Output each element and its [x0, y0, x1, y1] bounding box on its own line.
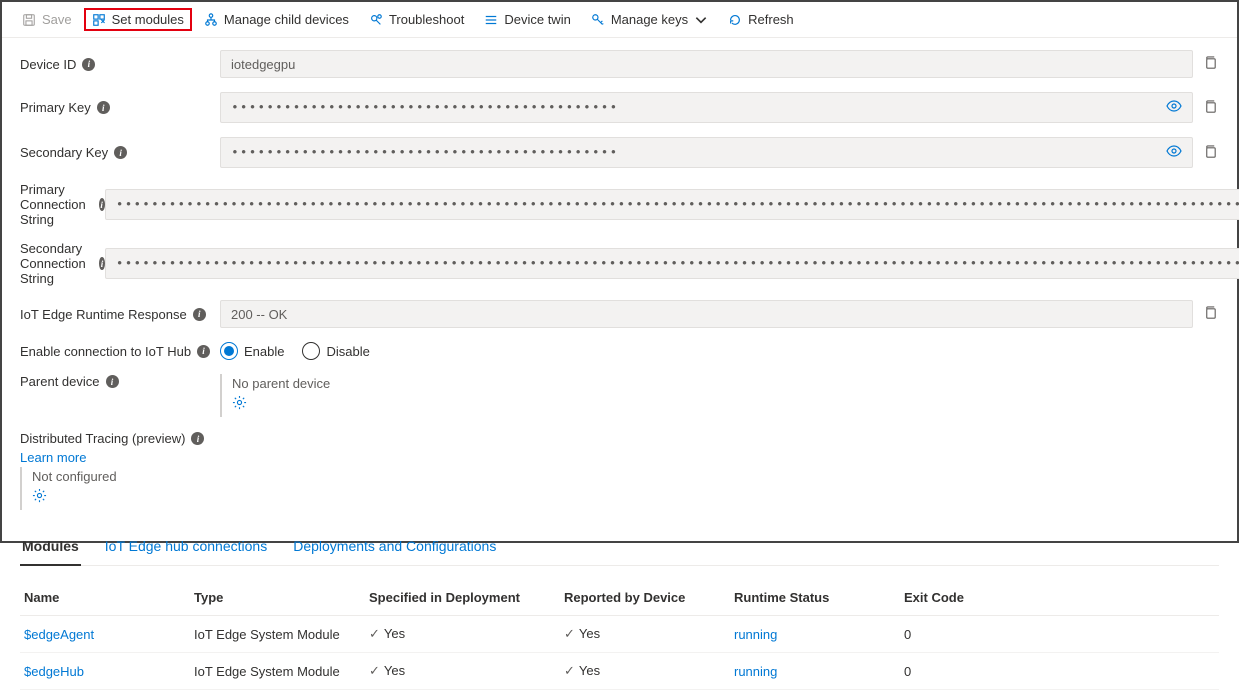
device-twin-button[interactable]: Device twin	[476, 8, 578, 31]
runtime-row: IoT Edge Runtime Response i 200 -- OK	[20, 300, 1219, 328]
secondary-key-label: Secondary Key	[20, 145, 108, 160]
module-type: IoT Edge System Module	[194, 664, 369, 679]
key-icon	[591, 13, 605, 27]
reveal-icon[interactable]	[1166, 143, 1182, 162]
secondary-conn-row: Secondary Connection String i ••••••••••…	[20, 241, 1219, 286]
col-reported: Reported by Device	[564, 590, 734, 605]
info-icon[interactable]: i	[114, 146, 127, 159]
set-modules-button[interactable]: Set modules	[84, 8, 192, 31]
tab-hub-connections[interactable]: IoT Edge hub connections	[103, 530, 269, 565]
exit-code: 0	[904, 664, 1024, 679]
parent-device-label: Parent device	[20, 374, 100, 389]
set-modules-label: Set modules	[112, 12, 184, 27]
troubleshoot-label: Troubleshoot	[389, 12, 464, 27]
tab-deployments[interactable]: Deployments and Configurations	[291, 530, 498, 565]
runtime-value: 200 -- OK	[220, 300, 1193, 328]
primary-conn-label: Primary Connection String	[20, 182, 93, 227]
info-icon[interactable]: i	[191, 432, 204, 445]
tracing-label: Distributed Tracing (preview)	[20, 431, 185, 446]
module-type: IoT Edge System Module	[194, 627, 369, 642]
chevron-down-icon	[694, 13, 708, 27]
check-icon: ✓	[564, 626, 575, 641]
info-icon[interactable]: i	[82, 58, 95, 71]
info-icon[interactable]: i	[97, 101, 110, 114]
enable-radio[interactable]: Enable	[220, 342, 284, 360]
copy-icon[interactable]	[1203, 99, 1219, 117]
device-id-label: Device ID	[20, 57, 76, 72]
refresh-icon	[728, 13, 742, 27]
copy-icon[interactable]	[1203, 55, 1219, 73]
table-header: Name Type Specified in Deployment Report…	[20, 580, 1219, 616]
manage-child-button[interactable]: Manage child devices	[196, 8, 357, 31]
primary-conn-value: ••••••••••••••••••••••••••••••••••••••••…	[105, 189, 1239, 220]
primary-key-row: Primary Key i ••••••••••••••••••••••••••…	[20, 92, 1219, 123]
tab-modules[interactable]: Modules	[20, 530, 81, 566]
secondary-conn-value: ••••••••••••••••••••••••••••••••••••••••…	[105, 248, 1239, 279]
copy-icon[interactable]	[1203, 305, 1219, 323]
runtime-label: IoT Edge Runtime Response	[20, 307, 187, 322]
tracing-row: Distributed Tracing (preview) i Learn mo…	[20, 431, 1219, 510]
info-icon[interactable]: i	[193, 308, 206, 321]
table-row: $edgeAgent IoT Edge System Module ✓Yes ✓…	[20, 616, 1219, 653]
check-icon: ✓	[369, 626, 380, 641]
col-name: Name	[24, 590, 194, 605]
copy-icon[interactable]	[1203, 144, 1219, 162]
troubleshoot-icon	[369, 13, 383, 27]
module-name-link[interactable]: $edgeHub	[24, 664, 84, 679]
manage-keys-label: Manage keys	[611, 12, 688, 27]
learn-more-link[interactable]: Learn more	[20, 450, 86, 465]
hierarchy-icon	[204, 13, 218, 27]
check-icon: ✓	[564, 663, 575, 678]
save-button[interactable]: Save	[14, 8, 80, 31]
col-type: Type	[194, 590, 369, 605]
runtime-status-link[interactable]: running	[734, 664, 777, 679]
modules-table: Name Type Specified in Deployment Report…	[20, 580, 1219, 690]
info-icon[interactable]: i	[197, 345, 210, 358]
manage-child-label: Manage child devices	[224, 12, 349, 27]
manage-keys-button[interactable]: Manage keys	[583, 8, 716, 31]
runtime-status-link[interactable]: running	[734, 627, 777, 642]
primary-conn-row: Primary Connection String i ••••••••••••…	[20, 182, 1219, 227]
col-status: Runtime Status	[734, 590, 904, 605]
toolbar: Save Set modules Manage child devices Tr…	[2, 2, 1237, 38]
refresh-label: Refresh	[748, 12, 794, 27]
reveal-icon[interactable]	[1166, 98, 1182, 117]
gear-icon[interactable]	[232, 395, 247, 413]
exit-code: 0	[904, 627, 1024, 642]
table-row: $edgeHub IoT Edge System Module ✓Yes ✓Ye…	[20, 653, 1219, 690]
device-id-value: iotedgegpu	[220, 50, 1193, 78]
tracing-value: Not configured	[32, 469, 1219, 484]
check-icon: ✓	[369, 663, 380, 678]
device-twin-icon	[484, 13, 498, 27]
device-twin-label: Device twin	[504, 12, 570, 27]
refresh-button[interactable]: Refresh	[720, 8, 802, 31]
parent-device-value: No parent device	[232, 376, 330, 391]
col-spec: Specified in Deployment	[369, 590, 564, 605]
secondary-conn-label: Secondary Connection String	[20, 241, 93, 286]
device-id-row: Device ID i iotedgegpu	[20, 50, 1219, 78]
enable-conn-label: Enable connection to IoT Hub	[20, 344, 191, 359]
parent-device-row: Parent device i No parent device	[20, 374, 1219, 417]
secondary-key-row: Secondary Key i ••••••••••••••••••••••••…	[20, 137, 1219, 168]
gear-icon[interactable]	[32, 488, 47, 506]
module-name-link[interactable]: $edgeAgent	[24, 627, 94, 642]
secondary-key-value: ••••••••••••••••••••••••••••••••••••••••…	[220, 137, 1193, 168]
col-exit: Exit Code	[904, 590, 1024, 605]
primary-key-label: Primary Key	[20, 100, 91, 115]
troubleshoot-button[interactable]: Troubleshoot	[361, 8, 472, 31]
save-icon	[22, 13, 36, 27]
disable-radio[interactable]: Disable	[302, 342, 369, 360]
content-area: Device ID i iotedgegpu Primary Key i •••…	[2, 38, 1237, 690]
save-label: Save	[42, 12, 72, 27]
info-icon[interactable]: i	[106, 375, 119, 388]
set-modules-icon	[92, 13, 106, 27]
enable-conn-row: Enable connection to IoT Hub i Enable Di…	[20, 342, 1219, 360]
primary-key-value: ••••••••••••••••••••••••••••••••••••••••…	[220, 92, 1193, 123]
tab-bar: Modules IoT Edge hub connections Deploym…	[20, 530, 1219, 566]
